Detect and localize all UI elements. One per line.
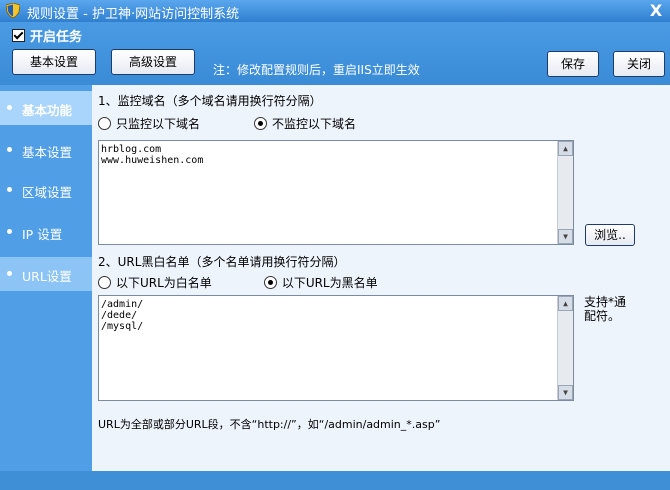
bullet-icon <box>7 147 12 152</box>
domain-list-textarea[interactable]: hrblog.com www.huweishen.com ▲ ▼ <box>98 140 574 245</box>
scroll-up-icon[interactable]: ▲ <box>558 296 573 311</box>
bullet-icon <box>7 229 12 234</box>
scroll-down-icon[interactable]: ▼ <box>558 229 573 244</box>
domain-mode-group: 只监控以下域名 不监控以下域名 <box>98 115 356 132</box>
advanced-settings-button[interactable]: 高级设置 <box>111 49 195 75</box>
sidebar-item-label: IP 设置 <box>22 227 63 242</box>
radio-blacklist-indicator[interactable] <box>263 276 277 289</box>
enable-task-checkbox[interactable] <box>12 29 25 42</box>
radio-blacklist[interactable]: 以下URL为黑名单 <box>263 274 378 291</box>
scroll-down-icon[interactable]: ▼ <box>558 385 573 400</box>
radio-not-monitor-label: 不监控以下域名 <box>272 117 357 131</box>
url-list-text: /admin/ /dede/ /mysql/ <box>101 299 144 332</box>
radio-only-monitor-indicator[interactable] <box>98 117 111 130</box>
sidebar-item-region-settings[interactable]: 区域设置 <box>0 173 92 207</box>
sidebar-item-label: 基本设置 <box>22 145 73 160</box>
status-bar <box>0 471 670 490</box>
sidebar-item-label: URL设置 <box>22 269 72 284</box>
radio-only-monitor[interactable]: 只监控以下域名 <box>98 115 200 132</box>
basic-settings-button[interactable]: 基本设置 <box>12 49 96 75</box>
domain-section-title: 1、监控域名（多个域名请用换行符分隔） <box>98 94 322 108</box>
url-format-note: URL为全部或部分URL段，不含“http://”，如“/admin/admin… <box>98 418 441 431</box>
enable-task-label: 开启任务 <box>30 30 83 45</box>
sidebar-item-basic-functions[interactable]: 基本功能 <box>0 91 92 125</box>
browse-button[interactable]: 浏览.. <box>585 224 635 246</box>
domain-list-text: hrblog.com www.huweishen.com <box>101 144 204 166</box>
domain-list-scrollbar[interactable]: ▲ ▼ <box>557 141 573 244</box>
save-button[interactable]: 保存 <box>547 51 599 77</box>
sidebar-item-label: 基本功能 <box>22 103 73 118</box>
wildcard-note: 支持*通配符。 <box>584 295 627 323</box>
sidebar-item-ip-settings[interactable]: IP 设置 <box>0 215 92 249</box>
url-list-scrollbar[interactable]: ▲ ▼ <box>557 296 573 400</box>
window-close-button[interactable]: X <box>646 2 666 20</box>
radio-whitelist-indicator[interactable] <box>98 276 111 289</box>
close-button[interactable]: 关闭 <box>613 51 665 77</box>
sidebar-item-label: 区域设置 <box>22 185 73 200</box>
url-section-title: 2、URL黑白名单（多个名单请用换行符分隔） <box>98 255 346 269</box>
scroll-up-icon[interactable]: ▲ <box>558 141 573 156</box>
url-list-textarea[interactable]: /admin/ /dede/ /mysql/ ▲ ▼ <box>98 295 574 401</box>
radio-whitelist[interactable]: 以下URL为白名单 <box>98 274 212 291</box>
sidebar-item-basic-settings[interactable]: 基本设置 <box>0 133 92 167</box>
bullet-icon <box>7 105 12 110</box>
radio-blacklist-label: 以下URL为黑名单 <box>281 276 378 290</box>
radio-only-monitor-label: 只监控以下域名 <box>116 117 201 131</box>
window-title: 规则设置 - 护卫神·网站访问控制系统 <box>27 7 240 22</box>
url-mode-group: 以下URL为白名单 以下URL为黑名单 <box>98 274 378 291</box>
bullet-icon <box>7 271 12 276</box>
restart-note: 注：修改配置规则后，重启IIS立即生效 <box>213 63 420 77</box>
radio-not-monitor-indicator[interactable] <box>254 117 268 130</box>
radio-not-monitor[interactable]: 不监控以下域名 <box>254 115 356 132</box>
enable-task-toggle[interactable]: 开启任务 <box>12 26 82 45</box>
shield-icon <box>6 3 20 18</box>
title-bar: 规则设置 - 护卫神·网站访问控制系统 X <box>0 0 670 22</box>
sidebar: 基本功能 基本设置 区域设置 IP 设置 URL设置 <box>0 85 92 471</box>
radio-whitelist-label: 以下URL为白名单 <box>116 276 212 290</box>
top-toolbar: 开启任务 基本设置 高级设置 注：修改配置规则后，重启IIS立即生效 保存 关闭 <box>0 22 670 85</box>
bullet-icon <box>7 187 12 192</box>
sidebar-item-url-settings[interactable]: URL设置 <box>0 257 92 291</box>
content-panel: 1、监控域名（多个域名请用换行符分隔） 只监控以下域名 不监控以下域名 hrbl… <box>92 85 670 471</box>
